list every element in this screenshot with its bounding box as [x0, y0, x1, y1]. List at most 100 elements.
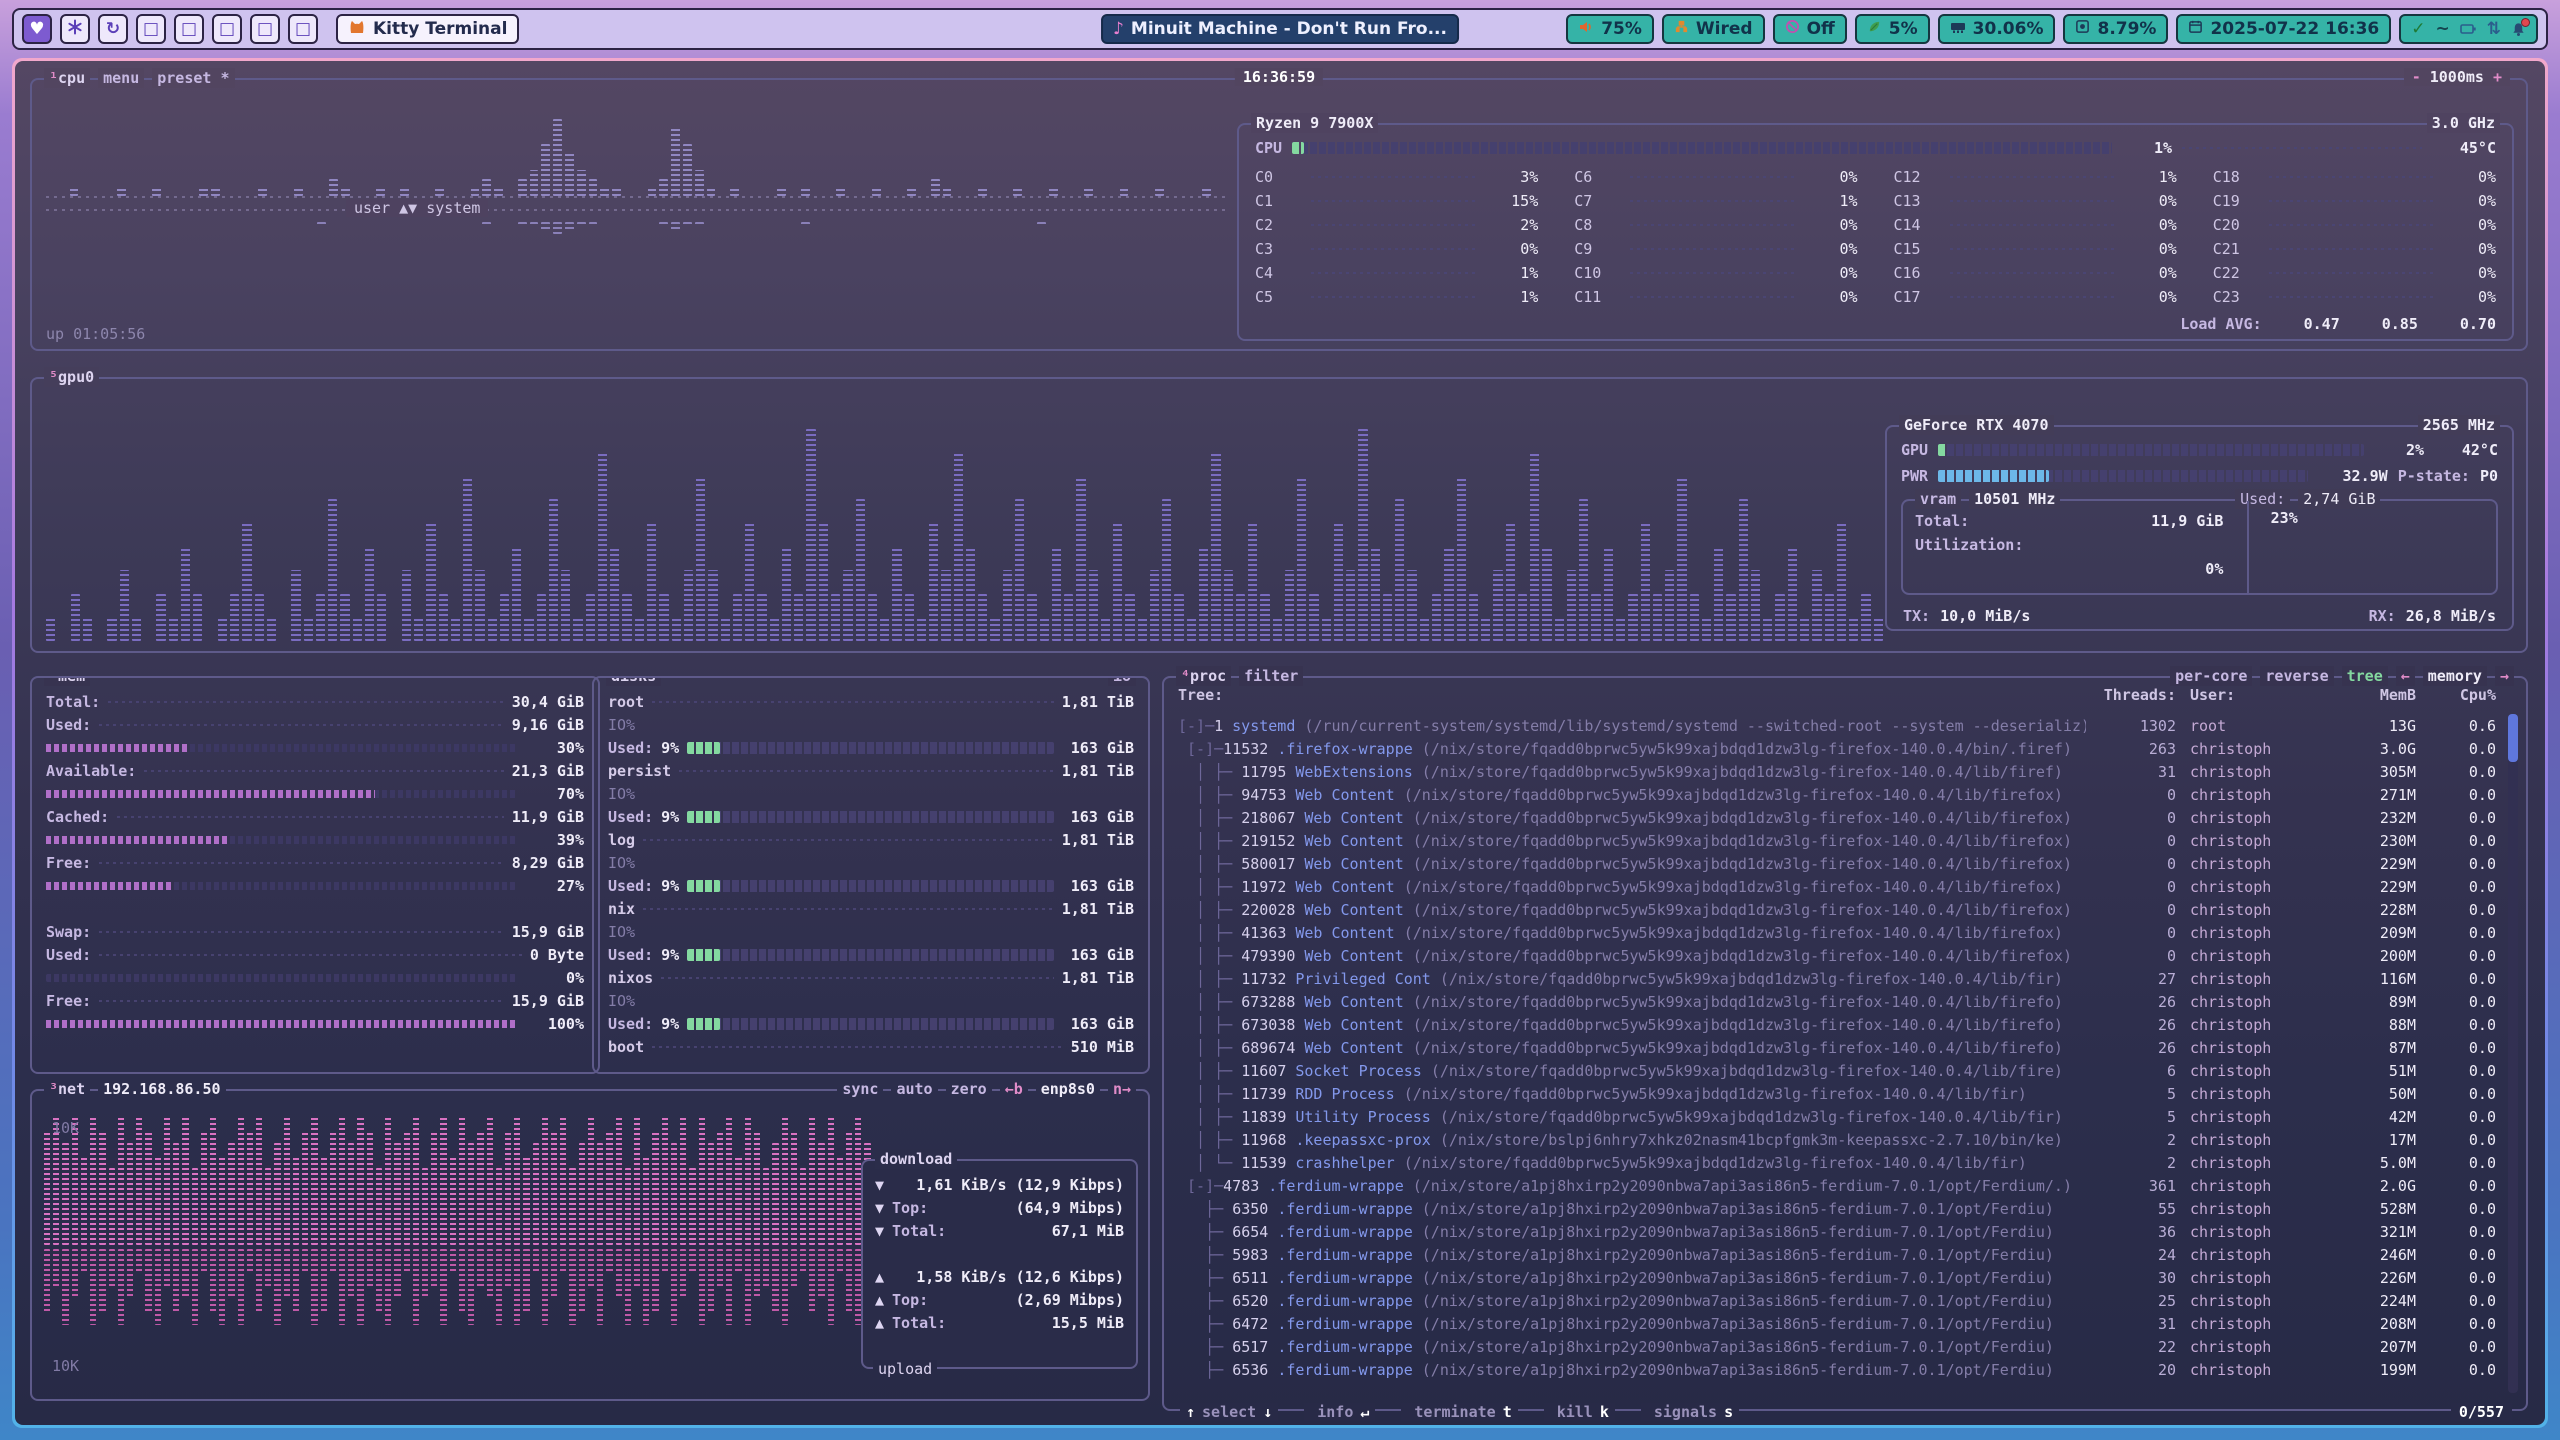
process-row[interactable]: │ └─ 11539 crashhelper (/nix/store/fqadd… — [1178, 1151, 2496, 1174]
footer-hint[interactable]: ↑ select ↓ — [1180, 1403, 1278, 1421]
process-row[interactable]: ├─ 6654 .ferdium-wrappe (/nix/store/a1pj… — [1178, 1220, 2496, 1243]
process-row[interactable]: │ ├─ 479390 Web Content (/nix/store/fqad… — [1178, 944, 2496, 967]
nix-button[interactable] — [60, 14, 90, 44]
memory-stats: Total:30,4 GiB Used:9,16 GiB 30% Availab… — [46, 690, 584, 1035]
graph-column — [471, 187, 480, 196]
process-row[interactable]: │ ├─ 218067 Web Content (/nix/store/fqad… — [1178, 806, 2496, 829]
preset-button[interactable]: preset * — [152, 68, 234, 88]
core-label: C4 — [1255, 264, 1303, 282]
process-memory: 87M — [2326, 1039, 2416, 1057]
launcher-button[interactable]: ♥ — [22, 14, 52, 44]
workspace-button[interactable]: □ — [136, 14, 166, 44]
updates-ok-icon[interactable]: ✓ — [2411, 19, 2425, 39]
net-auto-toggle[interactable]: auto — [891, 1079, 937, 1099]
sort-prev-button[interactable]: ← — [2396, 666, 2415, 686]
process-row[interactable]: ├─ 6472 .ferdium-wrappe (/nix/store/a1pj… — [1178, 1312, 2496, 1335]
process-row[interactable]: [-]─ 11532 .firefox-wrappe (/nix/store/f… — [1178, 737, 2496, 760]
clock-button[interactable]: 2025-07-22 16:36 — [2176, 14, 2391, 44]
memory-usage-button[interactable]: 30.06% — [1938, 14, 2056, 44]
graph-column — [450, 1155, 456, 1245]
sort-next-button[interactable]: → — [2495, 666, 2514, 686]
disks-io-toggle[interactable]: io — [1108, 676, 1136, 686]
workspace-button[interactable]: □ — [212, 14, 242, 44]
process-row[interactable]: │ ├─ 11972 Web Content (/nix/store/fqadd… — [1178, 875, 2496, 898]
workspace-button[interactable]: □ — [174, 14, 204, 44]
gpu-utilization-value: 0% — [2205, 560, 2223, 578]
network-button[interactable]: Wired — [1662, 14, 1765, 44]
process-user: christoph — [2176, 993, 2326, 1011]
gpu-panel-toggle[interactable]: ⁵gpu0 — [44, 367, 99, 387]
interval-increase-button[interactable]: + — [2493, 68, 2502, 86]
refresh-button[interactable]: ↻ — [98, 14, 128, 44]
process-row[interactable]: ├─ 6517 .ferdium-wrappe (/nix/store/a1pj… — [1178, 1335, 2496, 1358]
media-player-button[interactable]: ♪ Minuit Machine - Don't Run Fro... — [1101, 14, 1459, 44]
disk-name: persist — [608, 762, 671, 780]
process-row[interactable]: │ ├─ 11607 Socket Process (/nix/store/fq… — [1178, 1059, 2496, 1082]
per-core-toggle[interactable]: per-core — [2170, 666, 2252, 686]
net-sync-toggle[interactable]: sync — [837, 1079, 883, 1099]
tree-toggle[interactable]: tree — [2342, 666, 2388, 686]
disk-name-row: root 1,81 TiB — [608, 690, 1134, 713]
process-row[interactable]: │ ├─ 580017 Web Content (/nix/store/fqad… — [1178, 852, 2496, 875]
process-name: Web Content — [1304, 993, 1403, 1011]
process-row[interactable]: [-]─ 4783 .ferdium-wrappe (/nix/store/a1… — [1178, 1174, 2496, 1197]
process-name: .ferdium-wrappe — [1277, 1315, 1412, 1333]
network-panel-toggle[interactable]: ³net — [44, 1079, 90, 1099]
process-panel-toggle[interactable]: ⁴proc — [1176, 666, 1231, 686]
header-memory[interactable]: MemB — [2326, 686, 2416, 704]
idle-inhibitor-button[interactable]: Off — [1773, 14, 1847, 44]
process-row[interactable]: │ ├─ 673038 Web Content (/nix/store/fqad… — [1178, 1013, 2496, 1036]
scrollbar-thumb[interactable] — [2508, 714, 2518, 762]
process-row[interactable]: ├─ 6350 .ferdium-wrappe (/nix/store/a1pj… — [1178, 1197, 2496, 1220]
process-row[interactable]: │ ├─ 11739 RDD Process (/nix/store/fqadd… — [1178, 1082, 2496, 1105]
net-zero-toggle[interactable]: zero — [946, 1079, 992, 1099]
process-row[interactable]: ├─ 6520 .ferdium-wrappe (/nix/store/a1pj… — [1178, 1289, 2496, 1312]
iface-prev-button[interactable]: ←b — [1000, 1079, 1028, 1099]
battery-icon[interactable] — [2460, 21, 2477, 37]
reverse-toggle[interactable]: reverse — [2260, 666, 2333, 686]
kitty-terminal-button[interactable]: Kitty Terminal — [336, 14, 519, 44]
process-row[interactable]: │ ├─ 219152 Web Content (/nix/store/fqad… — [1178, 829, 2496, 852]
process-user: christoph — [2176, 1200, 2326, 1218]
wave-icon[interactable]: ~ — [2436, 19, 2450, 39]
filter-button[interactable]: filter — [1239, 666, 1303, 686]
workspace-button[interactable]: □ — [288, 14, 318, 44]
notification-bell-icon[interactable] — [2511, 21, 2526, 37]
process-row[interactable]: ├─ 6511 .ferdium-wrappe (/nix/store/a1pj… — [1178, 1266, 2496, 1289]
process-row[interactable]: │ ├─ 11968 .keepassxc-prox (/nix/store/b… — [1178, 1128, 2496, 1151]
header-user[interactable]: User: — [2176, 686, 2326, 704]
updown-arrows-icon[interactable]: ⇅ — [2487, 19, 2501, 39]
process-row[interactable]: │ ├─ 41363 Web Content (/nix/store/fqadd… — [1178, 921, 2496, 944]
process-row[interactable]: [-]─ 1 systemd (/run/current-system/syst… — [1178, 714, 2496, 737]
process-row[interactable]: │ ├─ 11839 Utility Process (/nix/store/f… — [1178, 1105, 2496, 1128]
cpu-panel-toggle[interactable]: ¹cpu — [44, 68, 90, 88]
process-row[interactable]: ├─ 5983 .ferdium-wrappe (/nix/store/a1pj… — [1178, 1243, 2496, 1266]
header-cpu[interactable]: Cpu% — [2416, 686, 2496, 704]
process-row[interactable]: │ ├─ 11732 Privileged Cont (/nix/store/f… — [1178, 967, 2496, 990]
process-row[interactable]: │ ├─ 689674 Web Content (/nix/store/fqad… — [1178, 1036, 2496, 1059]
memory-panel-toggle[interactable]: ²mem — [44, 676, 90, 686]
footer-hint[interactable]: signals s — [1641, 1403, 1739, 1421]
footer-hint[interactable]: kill k — [1544, 1403, 1615, 1421]
process-scrollbar[interactable] — [2508, 714, 2518, 1393]
iface-next-button[interactable]: n→ — [1108, 1079, 1136, 1099]
disk-usage-button[interactable]: 8.79% — [2063, 14, 2168, 44]
process-row[interactable]: │ ├─ 11795 WebExtensions (/nix/store/fqa… — [1178, 760, 2496, 783]
graph-column — [477, 1130, 483, 1245]
cpu-graph-mode-label[interactable]: user ▲▼ system — [346, 199, 488, 217]
process-row[interactable]: │ ├─ 94753 Web Content (/nix/store/fqadd… — [1178, 783, 2496, 806]
process-row[interactable]: │ ├─ 673288 Web Content (/nix/store/fqad… — [1178, 990, 2496, 1013]
cpu-usage-button[interactable]: 5% — [1855, 14, 1930, 44]
menu-button[interactable]: menu — [98, 68, 144, 88]
process-row[interactable]: │ ├─ 220028 Web Content (/nix/store/fqad… — [1178, 898, 2496, 921]
workspace-button[interactable]: □ — [250, 14, 280, 44]
interval-decrease-button[interactable]: - — [2412, 68, 2421, 86]
header-threads[interactable]: Threads: — [2086, 686, 2176, 704]
process-row[interactable]: ├─ 6536 .ferdium-wrappe (/nix/store/a1pj… — [1178, 1358, 2496, 1381]
gpu-panel: ⁵gpu0 GeForce RTX 4070 2565 MHz GPU 2% 4… — [30, 377, 2528, 653]
footer-hint[interactable]: terminate t — [1401, 1403, 1517, 1421]
footer-hint[interactable]: info ↵ — [1304, 1403, 1375, 1421]
load-average-5m: 0.85 — [2382, 315, 2418, 333]
volume-button[interactable]: 75% — [1566, 14, 1654, 44]
header-tree[interactable]: Tree: — [1178, 686, 2086, 704]
